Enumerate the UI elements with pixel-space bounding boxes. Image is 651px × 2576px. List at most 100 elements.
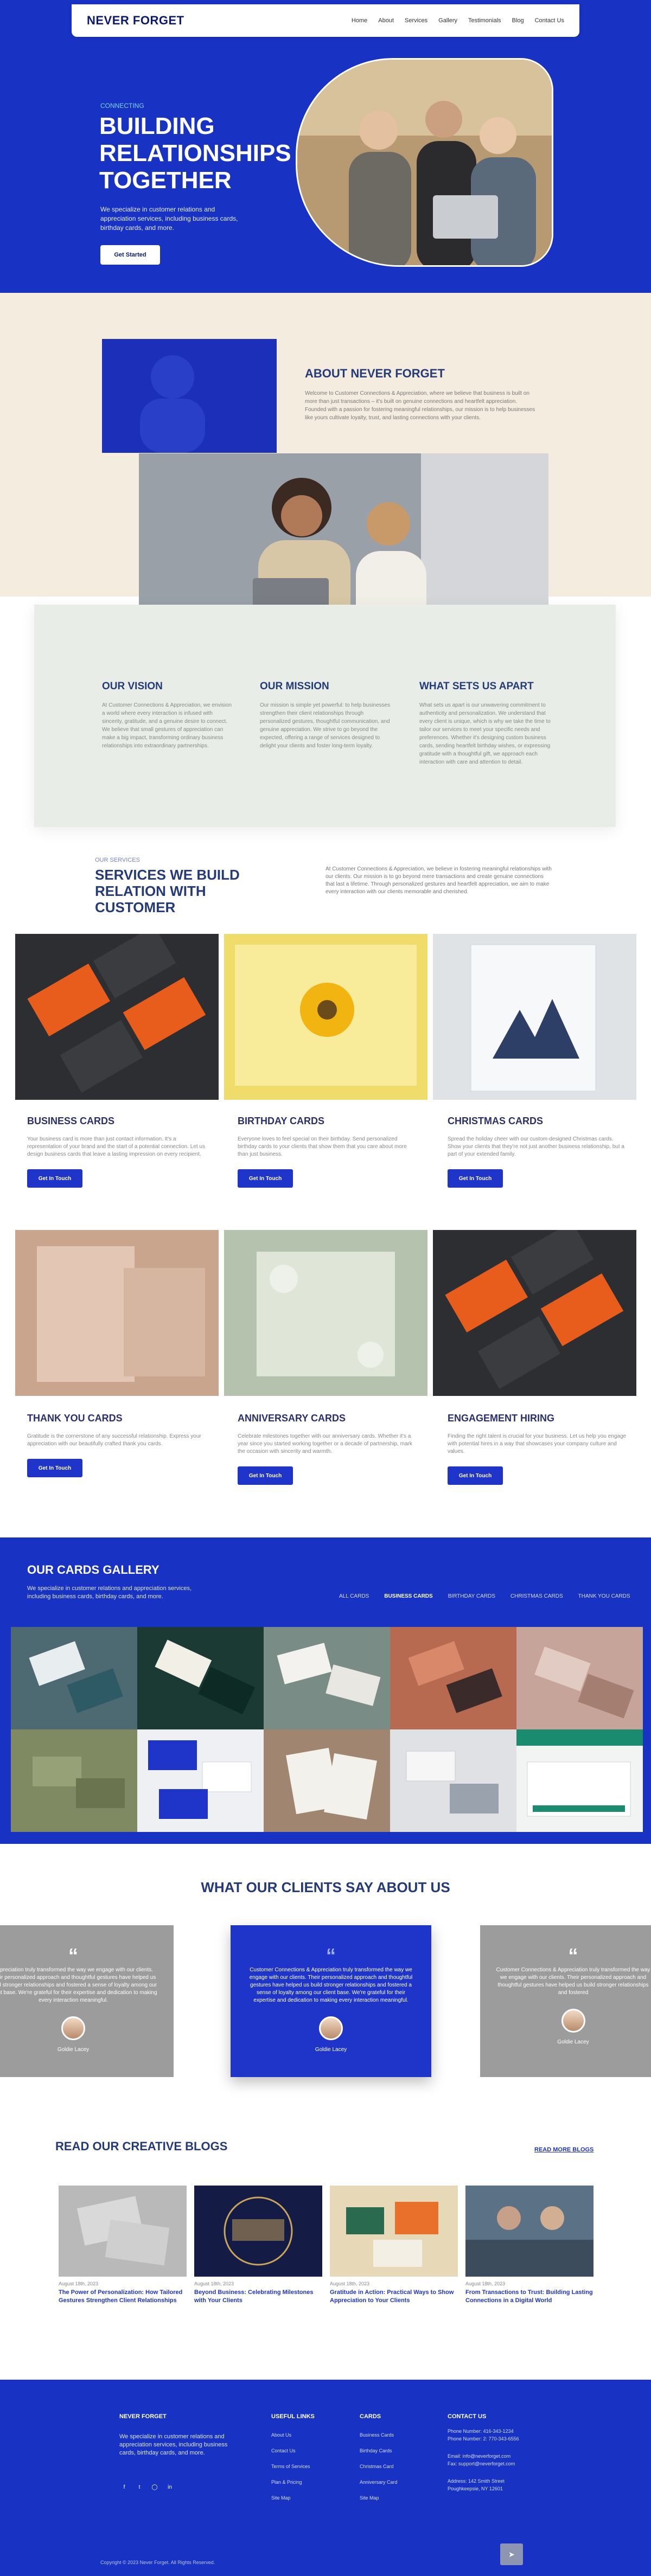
gallery-tile[interactable] <box>137 1729 264 1832</box>
get-in-touch-button[interactable]: Get In Touch <box>238 1466 293 1485</box>
footer-logo[interactable]: NEVER FORGET <box>119 2413 244 2420</box>
service-text: Gratitude is the cornerstone of any succ… <box>27 1433 201 1447</box>
footer-link-about[interactable]: About Us <box>271 2427 315 2443</box>
about-title: ABOUT NEVER FORGET <box>305 367 445 380</box>
footer-link-contact[interactable]: Contact Us <box>271 2443 315 2459</box>
footer-phone-1[interactable]: Phone Number: 416-343-1234 <box>448 2427 519 2435</box>
testimonial-text: Customer Connections & Appreciation trul… <box>249 1967 413 2003</box>
quote-icon: “ <box>68 1944 78 1966</box>
gallery-tile[interactable] <box>11 1729 137 1832</box>
twitter-icon[interactable]: t <box>135 2482 144 2492</box>
quote-icon: “ <box>568 1944 578 1966</box>
footer-contact: CONTACT US Phone Number: 416-343-1234 Ph… <box>448 2413 519 2492</box>
instagram-icon[interactable]: ◯ <box>150 2482 159 2492</box>
about-panel-pattern <box>140 355 205 453</box>
blog-title[interactable]: Beyond Business: Celebrating Milestones … <box>194 2289 322 2305</box>
footer-email[interactable]: Email: info@neverforget.com <box>448 2452 519 2460</box>
business-cards-card: BUSINESS CARDS Your business card is mor… <box>27 1116 206 1188</box>
testimonials-title: WHAT OUR CLIENTS SAY ABOUT US <box>201 1879 450 1895</box>
scroll-to-top-icon[interactable]: ➤ <box>500 2543 523 2565</box>
gallery-tile[interactable] <box>264 1627 390 1729</box>
gallery-tile[interactable] <box>137 1627 264 1729</box>
services-kicker: OUR SERVICES <box>95 857 140 863</box>
site-logo[interactable]: NEVER FORGET <box>87 14 184 28</box>
anniversary-cards-image <box>224 1230 427 1396</box>
get-in-touch-button[interactable]: Get In Touch <box>448 1169 503 1188</box>
hero-title: BUILDING RELATIONSHIPS TOGETHER <box>99 113 291 194</box>
get-started-button[interactable]: Get Started <box>100 245 160 265</box>
service-title: BIRTHDAY CARDS <box>238 1116 325 1126</box>
blog-card[interactable]: August 18th, 2023 From Transactions to T… <box>465 2186 593 2305</box>
footer-link-anniversary-card[interactable]: Anniversary Card <box>360 2475 398 2490</box>
filter-christmas-cards[interactable]: CHRISTMAS CARDS <box>510 1593 563 1599</box>
blog-title[interactable]: The Power of Personalization: How Tailor… <box>59 2289 187 2305</box>
engagement-hiring-image <box>433 1230 636 1396</box>
blog-image <box>465 2186 593 2277</box>
hero-team-photo <box>296 58 553 267</box>
nav-about[interactable]: About <box>378 17 394 24</box>
nav-blog[interactable]: Blog <box>512 17 524 24</box>
services-title: SERVICES WE BUILD RELATION WITH CUSTOMER <box>95 867 240 915</box>
filter-all-cards[interactable]: ALL CARDS <box>339 1593 369 1599</box>
gallery-tile[interactable] <box>264 1729 390 1832</box>
nav-home[interactable]: Home <box>352 17 367 24</box>
service-title: ENGAGEMENT HIRING <box>448 1413 555 1424</box>
facebook-icon[interactable]: f <box>119 2482 129 2492</box>
get-in-touch-button[interactable]: Get In Touch <box>27 1459 82 1477</box>
gallery-tile[interactable] <box>516 1627 643 1729</box>
linkedin-icon[interactable]: in <box>165 2482 175 2492</box>
gallery-tile[interactable] <box>390 1627 516 1729</box>
footer-phone-2[interactable]: Phone Number: 2: 770-343-6556 <box>448 2435 519 2443</box>
birthday-cards-card: BIRTHDAY CARDS Everyone loves to feel sp… <box>238 1116 417 1188</box>
avatar <box>561 2009 585 2033</box>
footer-cards-links: CARDS Business Cards Birthday Cards Chri… <box>360 2413 398 2506</box>
footer-link-sitemap[interactable]: Site Map <box>271 2490 315 2506</box>
blog-title[interactable]: Gratitude in Action: Practical Ways to S… <box>330 2289 458 2305</box>
service-text: Celebrate milestones together with our a… <box>238 1433 412 1454</box>
footer-link-christmas-card[interactable]: Christmas Card <box>360 2459 398 2475</box>
top-navbar: NEVER FORGET Home About Services Gallery… <box>72 4 579 37</box>
mission-text: Our mission is simple yet powerful: to h… <box>260 702 391 749</box>
filter-thank-you-cards[interactable]: THANK YOU CARDS <box>578 1593 630 1599</box>
gallery-tile[interactable] <box>516 1729 643 1832</box>
thank-you-cards-card: THANK YOU CARDS Gratitude is the corners… <box>27 1413 206 1477</box>
footer-about: NEVER FORGET We specialize in customer r… <box>119 2413 244 2492</box>
gallery-tile[interactable] <box>390 1729 516 1832</box>
gallery-filters: ALL CARDS BUSINESS CARDS BIRTHDAY CARDS … <box>339 1593 630 1599</box>
footer-link-terms[interactable]: Terms of Services <box>271 2459 315 2475</box>
vision-title: OUR VISION <box>102 681 163 692</box>
blog-card[interactable]: August 18th, 2023 The Power of Personali… <box>59 2186 187 2305</box>
blog-date: August 18th, 2023 <box>330 2281 370 2286</box>
testimonial-card: “ Appreciation truly transformed the way… <box>0 1925 174 2077</box>
footer-link-sitemap[interactable]: Site Map <box>360 2490 398 2506</box>
blog-date: August 18th, 2023 <box>59 2281 99 2286</box>
gallery-tile[interactable] <box>11 1627 137 1729</box>
blog-image <box>330 2186 458 2277</box>
copyright-text: Copyright © 2023 Never Forget. All Right… <box>100 2560 215 2565</box>
apart-text: What sets us apart is our unwavering com… <box>419 702 551 765</box>
nav-services[interactable]: Services <box>405 17 427 24</box>
get-in-touch-button[interactable]: Get In Touch <box>238 1169 293 1188</box>
footer-link-business-cards[interactable]: Business Cards <box>360 2427 398 2443</box>
nav-gallery[interactable]: Gallery <box>438 17 457 24</box>
blog-card[interactable]: August 18th, 2023 Gratitude in Action: P… <box>330 2186 458 2305</box>
vision-mission-box: OUR VISION At Customer Connections & App… <box>34 605 616 827</box>
get-in-touch-button[interactable]: Get In Touch <box>27 1169 82 1188</box>
gallery-title: OUR CARDS GALLERY <box>27 1563 159 1577</box>
avatar <box>319 2016 343 2040</box>
filter-birthday-cards[interactable]: BIRTHDAY CARDS <box>448 1593 495 1599</box>
footer-link-pricing[interactable]: Plan & Pricing <box>271 2475 315 2490</box>
footer-description: We specialize in customer relations and … <box>119 2433 228 2456</box>
blog-date: August 18th, 2023 <box>194 2281 234 2286</box>
nav-contact[interactable]: Contact Us <box>535 17 564 24</box>
filter-business-cards[interactable]: BUSINESS CARDS <box>384 1593 432 1599</box>
read-more-blogs-link[interactable]: READ MORE BLOGS <box>534 2146 593 2153</box>
footer-link-birthday-cards[interactable]: Birthday Cards <box>360 2443 398 2459</box>
nav-testimonials[interactable]: Testimonials <box>468 17 501 24</box>
blog-title[interactable]: From Transactions to Trust: Building Las… <box>465 2289 593 2305</box>
get-in-touch-button[interactable]: Get In Touch <box>448 1466 503 1485</box>
footer-fax: Fax: support@neverforget.com <box>448 2461 515 2466</box>
blog-card[interactable]: August 18th, 2023 Beyond Business: Celeb… <box>194 2186 322 2305</box>
footer-heading: CARDS <box>360 2413 381 2420</box>
hero-kicker: CONNECTING <box>100 102 144 110</box>
